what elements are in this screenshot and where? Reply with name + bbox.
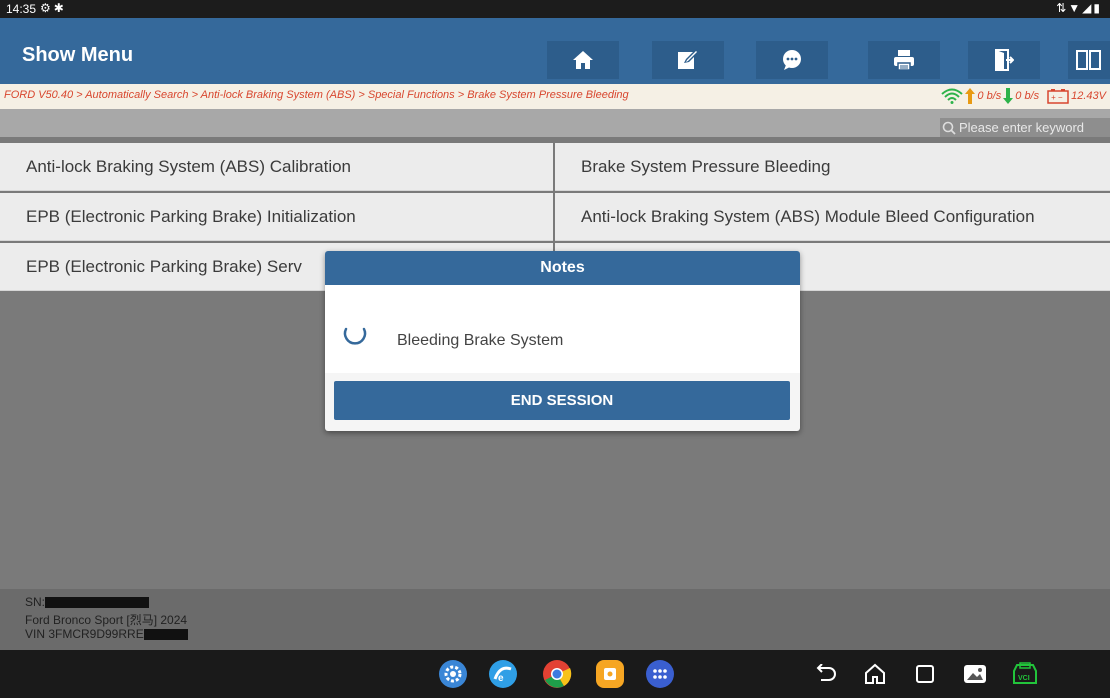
exit-button[interactable] — [968, 41, 1040, 79]
wifi-icon — [941, 88, 964, 104]
recents-icon[interactable] — [909, 658, 941, 690]
exit-icon — [995, 49, 1014, 71]
search-placeholder: Please enter keyword — [959, 120, 1085, 135]
app-drawer-icon[interactable] — [644, 658, 676, 690]
menu-item[interactable]: EPB (Electronic Parking Brake) Initializ… — [0, 193, 553, 241]
sn-label: SN: — [25, 595, 46, 609]
back-icon[interactable] — [809, 658, 841, 690]
dialog-message: Bleeding Brake System — [397, 332, 564, 349]
status-time: 14:35 — [6, 2, 37, 16]
svg-text:VCI: VCI — [1018, 675, 1030, 682]
loading-spinner-icon — [343, 327, 367, 345]
split-view-button[interactable] — [1068, 41, 1110, 79]
screenshot-icon[interactable] — [959, 658, 991, 690]
vehicle-model: Ford Bronco Sport [烈马] 2024 — [25, 613, 188, 627]
end-session-button[interactable]: END SESSION — [334, 381, 790, 420]
print-button[interactable] — [868, 41, 940, 79]
menu-item[interactable]: Anti-lock Braking System (ABS) Calibrati… — [0, 143, 553, 191]
download-arrow-icon — [1003, 88, 1014, 104]
search-row: Please enter keyword — [0, 109, 1110, 137]
notes-dialog: Notes Bleeding Brake System END SESSION — [325, 251, 800, 431]
upload-arrow-icon — [965, 88, 976, 104]
redacted-serial — [45, 597, 150, 609]
download-rate: 0 b/s — [1015, 90, 1040, 102]
status-bar: 14:35 ⚙✱ ⇅▼◢▮ — [0, 0, 1110, 18]
home-nav-icon[interactable] — [859, 658, 891, 690]
chrome-app-icon[interactable] — [541, 658, 573, 690]
home-icon — [573, 51, 593, 69]
system-status-icons: ⇅▼◢▮ — [1056, 1, 1102, 15]
edit-button[interactable] — [652, 41, 724, 79]
browser-app-icon[interactable]: e — [487, 658, 519, 690]
chat-button[interactable] — [756, 41, 828, 79]
home-button[interactable] — [547, 41, 619, 79]
battery-icon: + − — [1047, 89, 1069, 104]
page-title: Show Menu — [22, 44, 134, 66]
chat-icon — [783, 50, 801, 70]
serial-number-row: SN: — [25, 595, 150, 609]
scan-app-icon[interactable] — [594, 658, 626, 690]
redacted-vin — [143, 629, 188, 641]
vin-text: VIN 3FMCR9D99RRE — [25, 627, 144, 641]
settings-app-icon[interactable] — [437, 658, 469, 690]
svg-text:e: e — [498, 673, 504, 684]
split-view-icon — [1076, 50, 1101, 70]
breadcrumb-bar: FORD V50.40 > Automatically Search > Ant… — [0, 84, 1110, 109]
vehicle-info: SN: Ford Bronco Sport [烈马] 2024 VIN 3FMC… — [0, 589, 1110, 650]
upload-rate: 0 b/s — [977, 90, 1002, 102]
dialog-body: Bleeding Brake System — [325, 285, 800, 373]
menu-item[interactable]: Anti-lock Braking System (ABS) Module Bl… — [555, 193, 1110, 241]
dialog-title: Notes — [325, 251, 800, 285]
edit-icon — [678, 49, 699, 69]
breadcrumb: FORD V50.40 > Automatically Search > Ant… — [4, 89, 629, 101]
print-icon — [894, 50, 914, 71]
search-input[interactable]: Please enter keyword — [940, 118, 1110, 137]
vci-icon[interactable]: VCI — [1009, 658, 1041, 690]
android-nav-bar: e VCI — [0, 650, 1110, 698]
svg-text:+ −: + − — [1051, 93, 1063, 102]
vin-row: VIN 3FMCR9D99RRE — [25, 627, 188, 641]
voltage: 12.43V — [1071, 90, 1106, 102]
connection-status: 0 b/s 0 b/s + − 12.43V — [941, 85, 1106, 107]
app-header: Show Menu — [0, 18, 1110, 84]
notification-icons: ⚙✱ — [40, 1, 67, 15]
menu-item[interactable]: Brake System Pressure Bleeding — [555, 143, 1110, 191]
search-icon — [942, 121, 956, 135]
